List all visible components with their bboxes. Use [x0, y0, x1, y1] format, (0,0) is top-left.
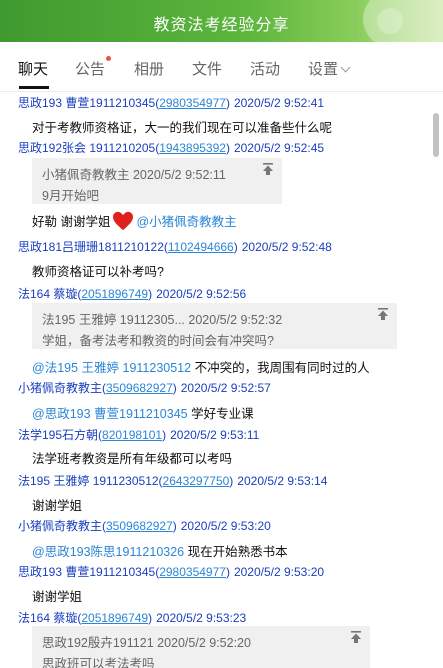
sender-qq-link[interactable]: 1102494666	[168, 240, 234, 254]
scrollbar-thumb[interactable]	[433, 113, 439, 157]
message-time: 2020/5/2 9:53:11	[170, 428, 260, 442]
message-text: 谢谢学姐	[32, 590, 83, 604]
jump-to-quote-icon[interactable]	[377, 308, 389, 320]
chevron-down-icon	[340, 62, 351, 73]
sender-name[interactable]: 思政193 曹萱1911210345(	[18, 96, 159, 110]
message-text: 好勒 谢谢学姐 @小猪佩奇教教主	[32, 211, 237, 233]
tab-activity[interactable]: 活动	[250, 58, 280, 79]
message-text: @法195 王雅婷 1911230512 不冲突的，我周围有同时过的人	[32, 357, 370, 376]
message-text-part: 不冲突的，我周围有同时过的人	[191, 361, 370, 375]
sender-name[interactable]: 法195 王雅婷 1911230512(	[18, 474, 163, 488]
sender-name-close: )	[225, 96, 230, 110]
sender-name[interactable]: 思政181吕珊珊1811210122(	[18, 240, 168, 254]
tab-album[interactable]: 相册	[134, 58, 164, 79]
message-header: 思政193 曹萱1911210345(2980354977) 2020/5/2 9…	[18, 94, 324, 111]
sender-name-close: )	[229, 474, 234, 488]
tab-files[interactable]: 文件	[192, 58, 222, 79]
chat-message-list[interactable]: 思政193 曹萱1911210345(2980354977) 2020/5/2 9…	[0, 93, 443, 668]
sender-name-close: )	[172, 381, 177, 395]
sender-name-close: )	[148, 287, 153, 301]
message-time: 2020/5/2 9:53:23	[156, 611, 247, 625]
message-time: 2020/5/2 9:53:20	[233, 565, 325, 579]
notification-dot	[106, 56, 111, 61]
message-header: 法164 蔡璇(2051896749) 2020/5/2 9:52:56	[18, 285, 246, 302]
tab-bar: 聊天 公告 相册 文件 活动 设置	[0, 42, 443, 92]
quoted-reply[interactable]: 法195 王雅婷 19112305... 2020/5/2 9:52:32 学姐…	[32, 303, 397, 349]
sender-name-close: )	[162, 428, 167, 442]
sender-name-close: )	[172, 519, 177, 533]
quote-header: 小猪佩奇教教主 2020/5/2 9:52:11	[42, 168, 226, 182]
sender-qq-link[interactable]: 2980354977	[159, 565, 226, 579]
tab-settings[interactable]: 设置	[308, 58, 351, 79]
title-bar: 教资法考经验分享	[0, 0, 443, 42]
message-time: 2020/5/2 9:52:45	[233, 141, 325, 155]
mention-link[interactable]: @小猪佩奇教教主	[136, 215, 236, 229]
message-text-part: 学好专业课	[187, 407, 254, 421]
heart-emoji-icon	[113, 211, 134, 230]
sender-name[interactable]: 小猪佩奇教教主(	[18, 519, 106, 533]
jump-to-quote-icon[interactable]	[350, 631, 362, 643]
sender-qq-link[interactable]: 3509682927	[106, 381, 173, 395]
sender-name-close: )	[225, 565, 230, 579]
sender-qq-link[interactable]: 820198101	[102, 428, 162, 442]
message-header: 法195 王雅婷 1911230512(2643297750) 2020/5/2 …	[18, 472, 327, 489]
message-header: 思政192张会 1911210205(1943895392) 2020/5/2 9…	[18, 139, 324, 156]
quote-header: 法195 王雅婷 19112305... 2020/5/2 9:52:32	[42, 313, 283, 327]
message-header: 法学195石方朝(820198101) 2020/5/2 9:53:11	[18, 426, 259, 443]
mention-link[interactable]: @思政193陈思1911210326	[32, 545, 184, 559]
window-title: 教资法考经验分享	[153, 17, 290, 34]
quoted-reply[interactable]: 思政192殷卉191121 2020/5/2 9:52:20 思政班可以考法考吗	[32, 626, 370, 668]
quote-text: 9月开始吧	[42, 189, 99, 203]
message-text: 谢谢学姐	[32, 499, 83, 513]
sender-name[interactable]: 法164 蔡璇(	[18, 287, 81, 301]
mention-link[interactable]: @法195 王雅婷 1911230512	[32, 361, 191, 375]
sender-name[interactable]: 法164 蔡璇(	[18, 611, 81, 625]
message-text: @思政193 曹萱1911210345 学好专业课	[32, 403, 254, 422]
message-text: 教师资格证可以补考吗?	[32, 265, 164, 279]
quote-text: 学姐，备考法考和教资的时间会有冲突吗?	[42, 334, 274, 348]
message-text: 法学班考教资是所有年级都可以考吗	[32, 452, 233, 466]
sender-qq-link[interactable]: 2051896749	[81, 287, 148, 301]
message-header: 小猪佩奇教教主(3509682927) 2020/5/2 9:52:57	[18, 379, 271, 396]
sender-qq-link[interactable]: 2643297750	[163, 474, 230, 488]
message-time: 2020/5/2 9:52:56	[156, 287, 247, 301]
sender-name[interactable]: 法学195石方朝(	[18, 428, 102, 442]
message-time: 2020/5/2 9:52:41	[233, 96, 325, 110]
sender-name-close: )	[148, 611, 153, 625]
message-text: @思政193陈思1911210326 现在开始熟悉书本	[32, 541, 288, 560]
sender-name[interactable]: 小猪佩奇教教主(	[18, 381, 106, 395]
message-header: 思政193 曹萱1911210345(2980354977) 2020/5/2 9…	[18, 563, 324, 580]
sender-name[interactable]: 思政192张会 1911210205(	[18, 141, 159, 155]
sender-name-close: )	[233, 240, 238, 254]
active-tab-indicator	[19, 86, 49, 89]
message-time: 2020/5/2 9:52:57	[180, 381, 271, 395]
quoted-reply[interactable]: 小猪佩奇教教主 2020/5/2 9:52:11 9月开始吧	[32, 158, 282, 204]
sender-name-close: )	[225, 141, 230, 155]
sender-qq-link[interactable]: 3509682927	[106, 519, 173, 533]
sender-qq-link[interactable]: 1943895392	[159, 141, 226, 155]
tab-announcement[interactable]: 公告	[75, 58, 105, 79]
sender-qq-link[interactable]: 2980354977	[159, 96, 226, 110]
jump-to-quote-icon[interactable]	[262, 163, 274, 175]
message-header: 法164 蔡璇(2051896749) 2020/5/2 9:53:23	[18, 609, 246, 626]
quote-text: 思政班可以考法考吗	[42, 657, 155, 668]
message-time: 2020/5/2 9:52:48	[241, 240, 332, 254]
sender-qq-link[interactable]: 2051896749	[81, 611, 148, 625]
message-text-part: 现在开始熟悉书本	[184, 545, 288, 559]
message-header: 小猪佩奇教教主(3509682927) 2020/5/2 9:53:20	[18, 517, 271, 534]
mention-link[interactable]: @思政193 曹萱1911210345	[32, 407, 188, 421]
tab-chat[interactable]: 聊天	[18, 58, 48, 79]
message-text-part: 好勒 谢谢学姐	[32, 215, 111, 229]
sender-name[interactable]: 思政193 曹萱1911210345(	[18, 565, 159, 579]
message-time: 2020/5/2 9:53:14	[237, 474, 328, 488]
message-text: 对于考教师资格证，大一的我们现在可以准备些什么呢	[32, 121, 333, 135]
tab-settings-label: 设置	[308, 61, 339, 78]
quote-header: 思政192殷卉191121 2020/5/2 9:52:20	[42, 636, 251, 650]
message-time: 2020/5/2 9:53:20	[180, 519, 271, 533]
message-header: 思政181吕珊珊1811210122(1102494666) 2020/5/2 9…	[18, 238, 332, 255]
